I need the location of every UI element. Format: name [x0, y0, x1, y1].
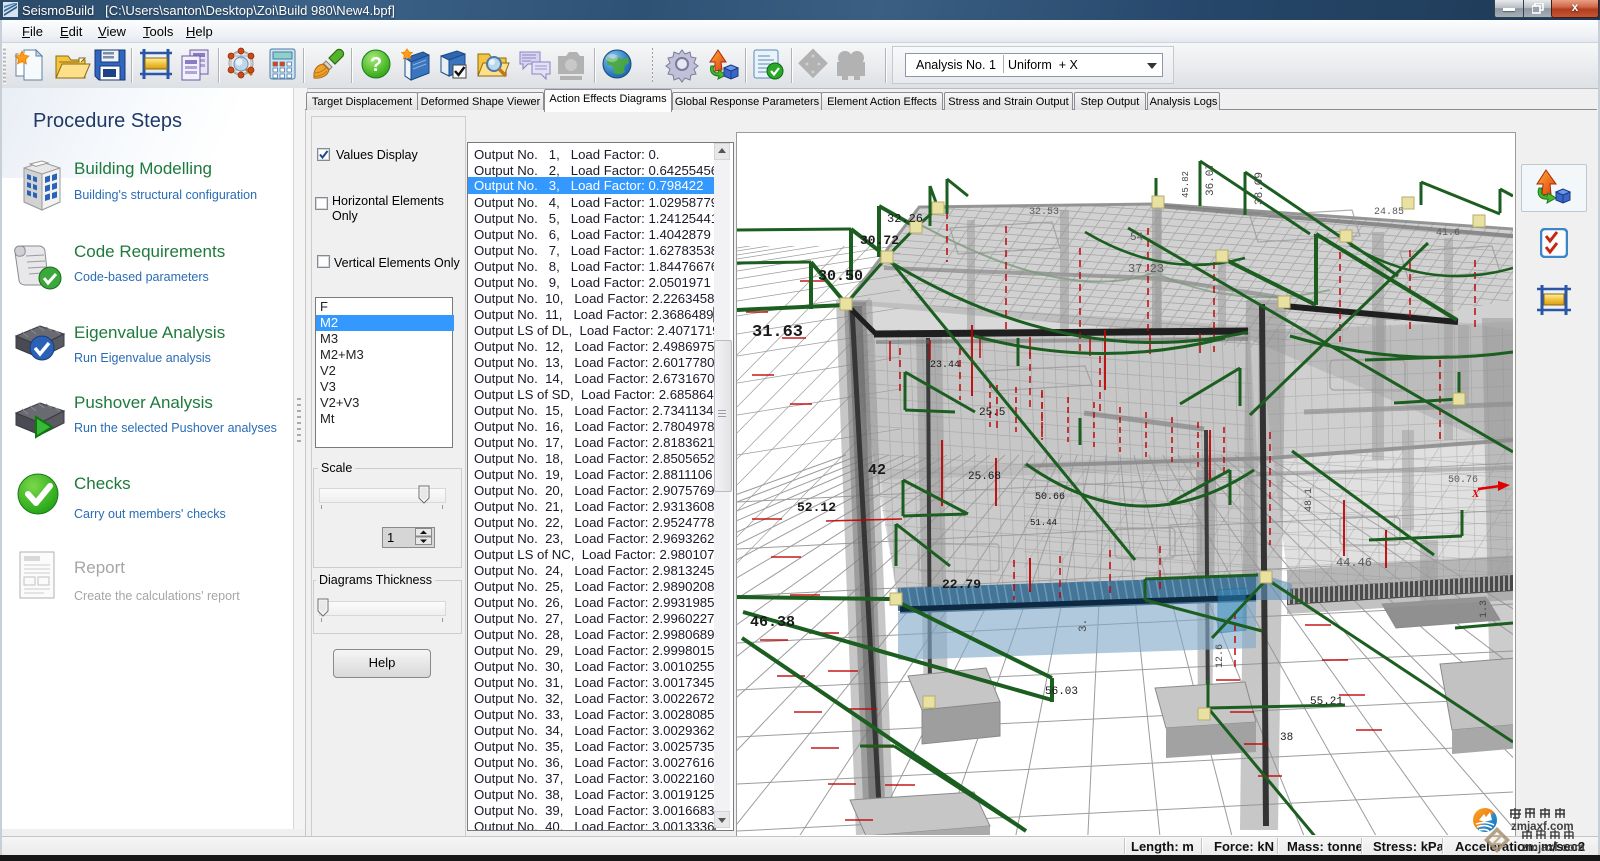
svg-text:50.76: 50.76: [1448, 475, 1478, 486]
svg-text:1.3: 1.3: [1479, 600, 1490, 618]
svg-text:22.79: 22.79: [942, 577, 981, 592]
svg-text:48.1: 48.1: [1304, 488, 1315, 512]
svg-text:32.53: 32.53: [1029, 207, 1059, 218]
svg-text:54: 54: [1130, 232, 1144, 244]
svg-text:3.: 3.: [1078, 619, 1090, 632]
svg-text:12.6: 12.6: [1215, 644, 1226, 668]
svg-text:23.44: 23.44: [930, 360, 960, 371]
svg-text:?: ?: [370, 54, 382, 76]
svg-text:X: X: [1471, 488, 1480, 500]
svg-text:31.63: 31.63: [752, 323, 803, 342]
svg-text:42: 42: [868, 462, 886, 479]
svg-text:24.85: 24.85: [1374, 207, 1404, 218]
svg-text:45.82: 45.82: [1181, 171, 1191, 198]
svg-text:36.07: 36.07: [1205, 163, 1217, 196]
svg-text:55.21: 55.21: [1310, 696, 1343, 708]
svg-text:30.50: 30.50: [818, 268, 863, 285]
svg-text:38: 38: [1280, 732, 1293, 744]
svg-text:25.5: 25.5: [979, 407, 1005, 419]
svg-text:52.12: 52.12: [797, 500, 836, 515]
svg-text:38.09: 38.09: [1254, 172, 1266, 205]
svg-text:44.46: 44.46: [1336, 556, 1372, 570]
svg-text:51.44: 51.44: [1030, 518, 1057, 528]
svg-text:zmjaxf.com: zmjaxf.com: [1522, 842, 1585, 854]
svg-text:41.6: 41.6: [1436, 228, 1460, 239]
svg-text:46.38: 46.38: [750, 614, 795, 631]
svg-text:30.72: 30.72: [860, 233, 899, 248]
svg-text:32.26: 32.26: [887, 212, 923, 226]
svg-text:37.23: 37.23: [1128, 262, 1164, 276]
svg-text:50.66: 50.66: [1035, 492, 1065, 503]
svg-text:25.68: 25.68: [968, 471, 1001, 483]
svg-text:56.03: 56.03: [1045, 686, 1078, 698]
